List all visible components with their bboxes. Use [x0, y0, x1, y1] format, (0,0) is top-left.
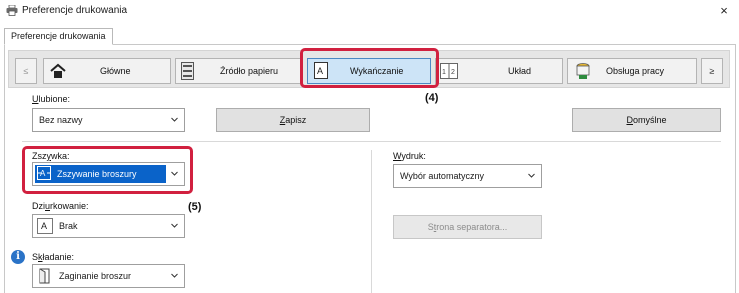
favorites-select-value: Bez nazwy — [39, 115, 83, 125]
window-title: Preferencje drukowania — [22, 5, 128, 16]
nav-item-job-handling[interactable]: Obsługa pracy — [567, 58, 697, 84]
column-divider — [371, 150, 372, 293]
output-select-value: Wybór automatyczny — [400, 171, 484, 181]
save-button[interactable]: Zapisz — [216, 108, 370, 132]
favorites-label-text: lubione: — [38, 94, 71, 104]
tab-strip: Preferencje drukowania — [0, 22, 739, 45]
punch-label-post: rkowanie: — [50, 201, 89, 211]
svg-text:2: 2 — [451, 69, 455, 76]
chevron-down-icon — [171, 117, 178, 122]
home-icon — [50, 63, 66, 78]
svg-text:A: A — [41, 221, 47, 231]
nav-item-label: Obsługa pracy — [606, 66, 665, 76]
favorites-label: Ulubione: — [32, 94, 70, 104]
job-handling-icon — [576, 63, 590, 79]
nav-item-label: Układ — [508, 66, 532, 76]
highlight-finishing-tab — [300, 48, 439, 88]
tab-printing-preferences[interactable]: Preferencje drukowania — [4, 28, 113, 45]
output-select[interactable]: Wybór automatyczny — [393, 164, 542, 188]
nav-prev-glyph: ≤ — [23, 66, 29, 76]
nav-item-label: Główne — [100, 66, 131, 76]
punch-label-pre: Dzi — [32, 201, 45, 211]
output-label: Wydruk: — [393, 151, 426, 161]
fold-label: Składanie: — [32, 252, 74, 262]
defaults-button-text: omyślne — [632, 115, 667, 125]
nav-item-label: Źródło papieru — [220, 66, 279, 76]
punch-select[interactable]: A Brak — [32, 214, 185, 238]
nav-item-layout[interactable]: 1 2 Układ — [435, 58, 563, 84]
title-bar: Preferencje drukowania × — [0, 0, 739, 22]
nav-item-paper-source[interactable]: Źródło papieru — [175, 58, 303, 84]
punch-icon: A — [37, 218, 53, 234]
output-label-text: ydruk: — [401, 151, 426, 161]
chevron-down-icon — [171, 223, 178, 228]
printer-icon — [6, 5, 18, 16]
callout-4: (4) — [425, 92, 439, 104]
punch-label: Dziurkowanie: — [32, 201, 89, 211]
highlight-staple — [22, 146, 193, 194]
callout-5: (5) — [188, 201, 202, 213]
fold-select[interactable]: Zaginanie broszur — [32, 264, 185, 288]
close-button[interactable]: × — [713, 1, 735, 21]
paper-tray-icon — [181, 62, 194, 80]
fold-label-post: ładanie: — [42, 252, 75, 262]
fold-select-value: Zaginanie broszur — [59, 271, 132, 281]
save-button-text: apisz — [285, 115, 307, 125]
layout-icon: 1 2 — [440, 63, 458, 79]
nav-item-general[interactable]: Główne — [43, 58, 171, 84]
chevron-down-icon — [171, 273, 178, 278]
nav-next-glyph: ≥ — [709, 66, 715, 76]
separator-page-post: rona separatora... — [436, 222, 508, 232]
chevron-down-icon — [528, 173, 535, 178]
separator-line — [22, 141, 721, 142]
defaults-button[interactable]: Domyślne — [572, 108, 721, 132]
nav-next-button[interactable]: ≥ — [701, 58, 723, 84]
info-icon: i — [11, 250, 25, 264]
nav-prev-button[interactable]: ≤ — [15, 58, 37, 84]
fold-icon — [37, 268, 53, 284]
separator-page-button[interactable]: Strona separatora... — [393, 215, 542, 239]
punch-select-value: Brak — [59, 221, 78, 231]
favorites-select[interactable]: Bez nazwy — [32, 108, 185, 132]
svg-text:1: 1 — [442, 69, 446, 76]
